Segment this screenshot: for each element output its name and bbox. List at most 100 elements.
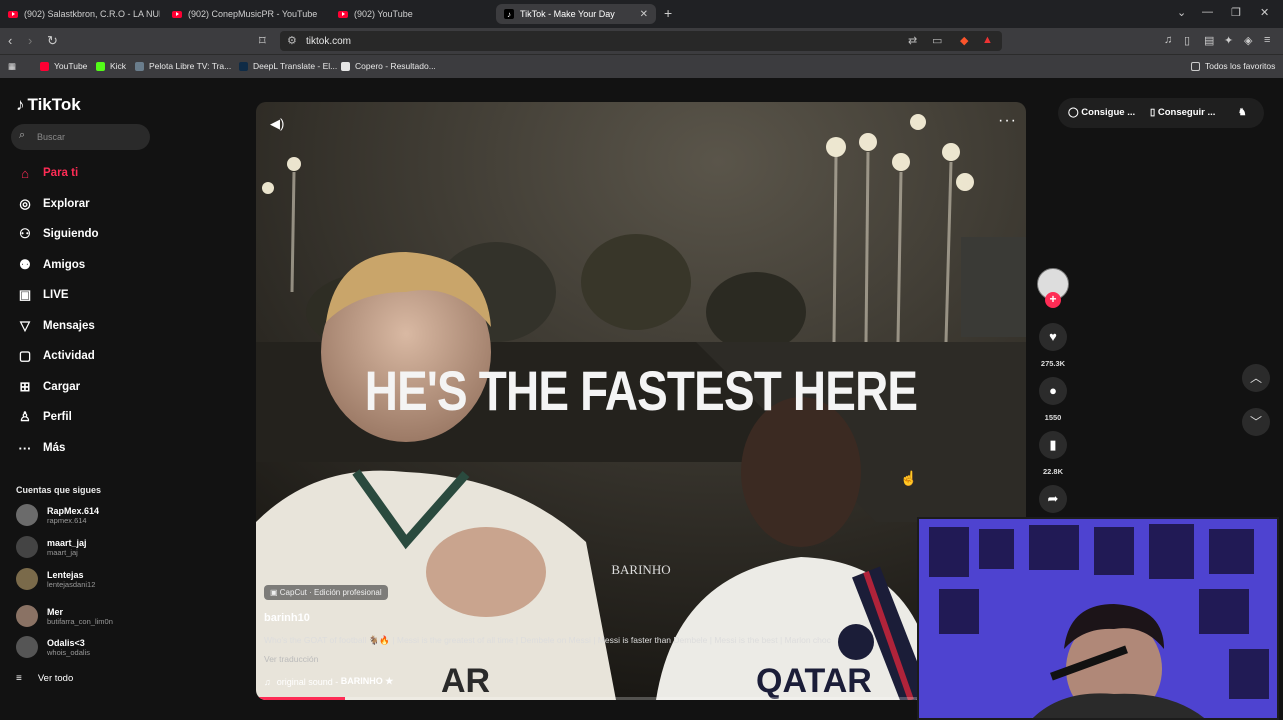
list-icon: ≡ [16, 673, 22, 684]
nav-explorar[interactable]: ◎ Explorar [16, 193, 89, 215]
avatar [16, 636, 38, 658]
video-player[interactable]: QATAR AR HE'S THE FASTEST HERE BARINHO ◀… [256, 102, 1026, 700]
site-settings-icon[interactable]: ⚙ [287, 34, 297, 47]
forward-icon[interactable]: › [28, 33, 32, 48]
bookmark-icon[interactable]: ⌑ [259, 33, 266, 49]
capcut-badge[interactable]: ▣ CapCut · Edición profesional [264, 585, 388, 600]
heart-icon: ♥ [1049, 329, 1057, 344]
youtube-icon [40, 61, 49, 71]
pip-icon[interactable]: ▭ [932, 34, 942, 47]
coin-icon: ◯ [1068, 107, 1082, 118]
menu-icon[interactable]: ≡ [1264, 34, 1270, 46]
back-icon[interactable]: ‹ [8, 33, 12, 48]
see-translation-link[interactable]: Ver traducción [264, 654, 318, 664]
translate-icon[interactable]: ⇄ [908, 34, 917, 47]
nav-actividad[interactable]: ▢ Actividad [16, 345, 95, 367]
address-toolbar: ‹ › ↻ ⌑ ⚙ tiktok.com ⇄ ▭ ◆ ▲ ♫ ▯ ▤ ✦ ◈ ≡ [0, 28, 1283, 54]
url-bar[interactable]: ⚙ tiktok.com ⇄ ▭ ◆ ▲ [280, 31, 1002, 51]
minimize-button[interactable]: — [1202, 6, 1213, 18]
next-video-button[interactable]: ﹀ [1242, 408, 1270, 436]
leo-icon[interactable]: ✦ [1224, 34, 1233, 47]
tab-youtube-3[interactable]: (902) YouTube [330, 4, 490, 24]
sidebar-icon[interactable]: ▯ [1184, 34, 1190, 47]
like-count: 275.3K [1040, 359, 1066, 368]
video-progress-fill [256, 697, 345, 700]
wallet-icon[interactable]: ▤ [1204, 34, 1214, 47]
nav-mas[interactable]: ··· Más [16, 437, 66, 459]
more-options-icon[interactable]: ··· [998, 112, 1017, 130]
follow-plus-icon[interactable]: + [1045, 292, 1061, 308]
maximize-button[interactable]: ❐ [1231, 6, 1241, 19]
nav-perfil[interactable]: ♙ Perfil [16, 406, 72, 428]
youtube-icon [172, 10, 182, 18]
messages-icon: ▽ [20, 318, 30, 333]
all-favorites[interactable]: Todos los favoritos [1191, 61, 1275, 71]
bookmark-deepl[interactable]: DeepL Translate - El... [239, 61, 337, 71]
see-all-link[interactable]: ≡ Ver todo [16, 673, 73, 684]
avatar [16, 504, 38, 526]
nav-cargar[interactable]: ⊞ Cargar [16, 376, 81, 398]
live-icon: ▣ [18, 287, 32, 302]
brave-shield-icon[interactable]: ◆ [960, 34, 968, 47]
followed-account[interactable]: Mer butifarra_con_lim0n [16, 603, 113, 629]
media-icon[interactable]: ♫ [1164, 34, 1172, 46]
previous-video-button[interactable]: ︿ [1242, 364, 1270, 392]
get-app-button[interactable]: ▯ Conseguir ... [1150, 107, 1215, 118]
followed-account[interactable]: RapMex.614 rapmex.614 [16, 502, 99, 528]
more-icon: ··· [18, 440, 32, 456]
close-tab-icon[interactable]: ✕ [640, 9, 648, 20]
like-button[interactable]: ♥ [1039, 323, 1067, 351]
save-button[interactable]: ▮ [1039, 431, 1067, 459]
bookmark-kick[interactable]: Kick [96, 61, 126, 71]
bookmark-copero[interactable]: Copero - Resultado... [341, 61, 436, 71]
tiktok-logo-icon: ♪ [16, 95, 25, 114]
streamer-webcam [917, 517, 1279, 720]
followed-account[interactable]: Lentejas lentejasdani12 [16, 566, 95, 592]
bookmarks-bar: ▦ YouTube Kick Pelota Libre TV: Tra... D… [0, 54, 1283, 78]
sound-link[interactable]: ♫ original sound - BARINHO ★ [264, 676, 393, 687]
get-coins-button[interactable]: ◯ Consigue ... [1068, 107, 1135, 118]
rewards-icon[interactable]: ▲ [982, 34, 993, 46]
bookmark-pelota-libre[interactable]: Pelota Libre TV: Tra... [135, 61, 231, 71]
profile-icon: ♙ [19, 409, 31, 424]
youtube-icon [338, 10, 348, 18]
avatar [16, 605, 38, 627]
nav-live[interactable]: ▣ LIVE [16, 284, 69, 306]
nav-mensajes[interactable]: ▽ Mensajes [16, 315, 95, 337]
tab-list-button[interactable]: ⌄ [1177, 6, 1186, 19]
search-icon: ⌕ [19, 129, 26, 141]
reload-icon[interactable]: ↻ [47, 33, 58, 49]
avatar [16, 568, 38, 590]
video-author[interactable]: barinh10 [264, 612, 310, 624]
tiktok-logo[interactable]: ♪ TikTok [16, 95, 81, 115]
nav-amigos[interactable]: ⚉ Amigos [16, 254, 85, 276]
deepl-icon [239, 61, 248, 71]
following-icon: ⚇ [19, 226, 31, 241]
comment-count: 1550 [1044, 413, 1062, 422]
tab-youtube-1[interactable]: (902) Salastkbron, C.R.O - LA NUEVA [0, 4, 160, 24]
tab-tiktok[interactable]: ♪ TikTok - Make Your Day ✕ [496, 4, 656, 24]
home-icon: ⌂ [21, 165, 29, 181]
tab-youtube-2[interactable]: (902) ConepMusicPR - YouTube [164, 4, 328, 24]
url-text: tiktok.com [306, 36, 352, 47]
comment-icon: ● [1049, 383, 1057, 398]
followed-account[interactable]: maart_jaj maart_jaj [16, 534, 87, 560]
comment-button[interactable]: ● [1039, 377, 1067, 405]
profile-avatar-icon[interactable]: ♞ [1238, 107, 1247, 118]
svg-text:QATAR: QATAR [756, 662, 872, 700]
youtube-icon [8, 10, 18, 18]
video-progress-bar[interactable] [256, 697, 1026, 700]
volume-icon[interactable]: ◀) [270, 116, 284, 132]
nav-para-ti[interactable]: ⌂ Para ti [16, 162, 78, 184]
new-tab-button[interactable]: + [664, 5, 672, 21]
apps-icon[interactable]: ▦ [8, 61, 16, 72]
followed-account[interactable]: Odalis<3 whois_odalis [16, 634, 90, 660]
share-button[interactable]: ➦ [1039, 485, 1067, 513]
search-input[interactable]: ⌕ Buscar [11, 124, 150, 150]
kick-icon [96, 61, 105, 71]
close-window-button[interactable]: ✕ [1260, 6, 1269, 19]
nav-siguiendo[interactable]: ⚇ Siguiendo [16, 223, 98, 245]
save-count: 22.8K [1042, 467, 1063, 476]
vpn-icon[interactable]: ◈ [1244, 34, 1252, 47]
bookmark-youtube[interactable]: YouTube [40, 61, 87, 71]
